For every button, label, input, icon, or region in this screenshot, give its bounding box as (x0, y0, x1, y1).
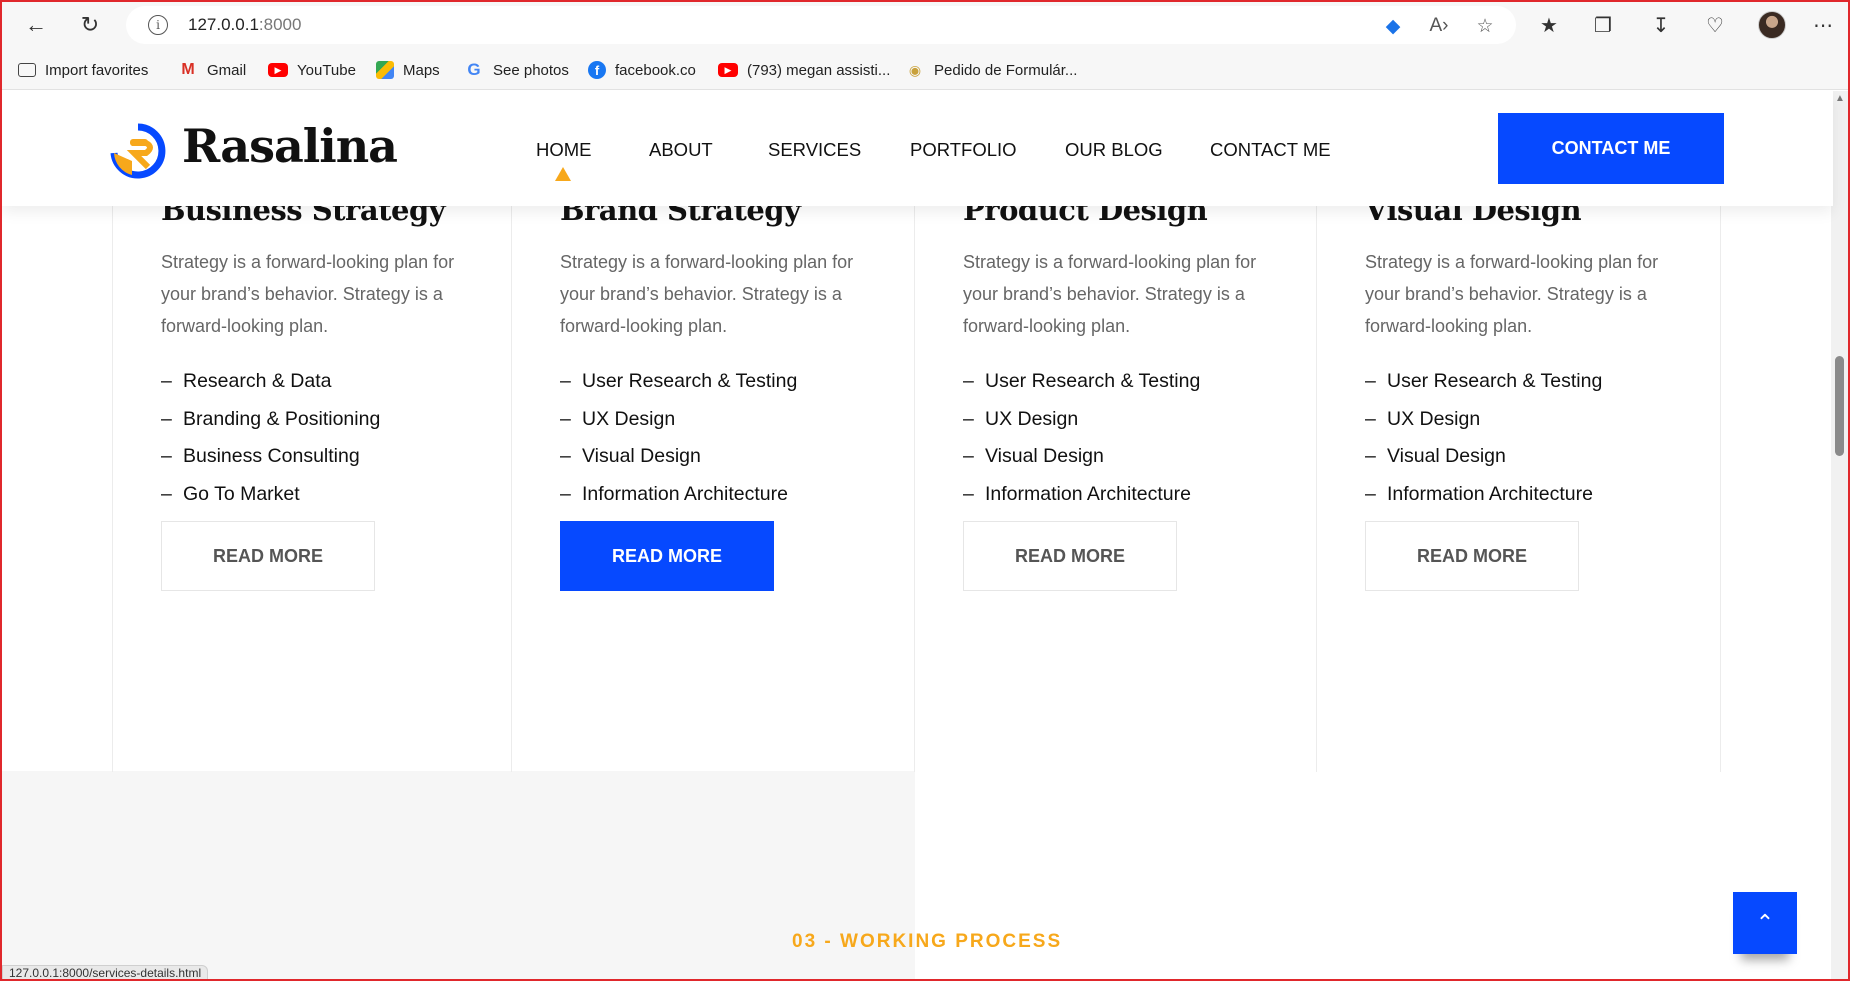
list-item: – Visual Design (1365, 445, 1506, 467)
list-item: – UX Design (560, 407, 676, 430)
browser-essentials-icon[interactable]: ♡ (1700, 11, 1730, 39)
read-more-button[interactable]: READ MORE (1365, 521, 1579, 591)
list-item: – User Research & Testing (560, 370, 798, 392)
list-item: – Information Architecture (1365, 482, 1593, 505)
list-item: – UX Design (963, 407, 1079, 430)
scroll-to-top-button[interactable]: ⌃ (1733, 892, 1797, 954)
add-favorite-icon[interactable]: ☆ (1472, 15, 1498, 37)
list-item: – User Research & Testing (963, 370, 1201, 392)
scrollbar-thumb[interactable] (1835, 356, 1844, 456)
service-list: – User Research & Testing – UX Design – Vis… (560, 363, 797, 513)
list-item: – Go To Market (161, 482, 300, 505)
site-info-icon[interactable]: i (148, 15, 168, 35)
status-bar-url: 127.0.0.1:8000/services-details.html (2, 965, 209, 981)
nav-home[interactable]: HOME (536, 139, 592, 161)
section-label: 03 - WORKING PROCESS (792, 931, 1063, 952)
profile-avatar[interactable] (1758, 11, 1786, 39)
service-description: Strategy is a forward-looking plan for y… (161, 252, 455, 336)
service-list: – User Research & Testing – UX Design – Vis… (1365, 363, 1602, 513)
logo-icon[interactable] (110, 123, 166, 179)
service-card-brand-strategy: Brand Strategy Strategy is a forward-loo… (512, 151, 915, 772)
nav-contact-me[interactable]: CONTACT ME (1210, 139, 1331, 161)
page-viewport: Business Strategy Strategy is a forward-… (2, 91, 1848, 979)
more-menu-icon[interactable]: ⋯ (1808, 11, 1838, 39)
facebook-icon: f (588, 61, 606, 79)
bookmarks-bar: Import favorites M Gmail ▶ YouTube Maps GS… (0, 50, 1850, 90)
list-item: – Visual Design (963, 445, 1104, 467)
address-bar[interactable]: i 127.0.0.1:8000 ◆ A› ☆ (126, 6, 1516, 44)
maps-icon (376, 61, 394, 79)
collections-icon[interactable]: ❐ (1588, 11, 1618, 39)
nav-our-blog[interactable]: OUR BLOG (1065, 139, 1163, 161)
list-item: – Information Architecture (560, 482, 788, 505)
bookmark-youtube[interactable]: ▶ YouTube (268, 58, 356, 82)
list-item: – Branding & Positioning (161, 407, 381, 430)
read-aloud-icon[interactable]: A› (1426, 15, 1452, 37)
scroll-up-arrow-icon[interactable]: ▲ (1835, 93, 1845, 104)
url-text: 127.0.0.1:8000 (188, 15, 302, 34)
reload-icon[interactable]: ↻ (74, 9, 106, 41)
bookmark-see-photos[interactable]: G See photos (464, 58, 569, 82)
service-card-product-design: Product Design Strategy is a forward-loo… (915, 151, 1317, 772)
coupon-tag-icon[interactable]: ◆ (1380, 15, 1406, 37)
list-item: – UX Design (1365, 407, 1481, 430)
downloads-icon[interactable]: ↧ (1646, 11, 1676, 39)
read-more-button[interactable]: READ MORE (161, 521, 375, 591)
read-more-button[interactable]: READ MORE (963, 521, 1177, 591)
working-process-background (2, 771, 915, 979)
service-list: – User Research & Testing – UX Design – Vis… (963, 363, 1200, 513)
list-item: – Business Consulting (161, 445, 360, 467)
youtube-icon: ▶ (718, 63, 738, 77)
list-item: – Visual Design (560, 445, 701, 467)
list-item: – User Research & Testing (1365, 370, 1603, 392)
browser-toolbar: ← ↻ i 127.0.0.1:8000 ◆ A› ☆ ★ ❐ ↧ ♡ ⋯ (0, 0, 1850, 50)
back-icon[interactable]: ← (20, 9, 52, 41)
youtube-icon: ▶ (268, 63, 288, 77)
nav-about[interactable]: ABOUT (649, 139, 713, 161)
nav-portfolio[interactable]: PORTFOLIO (910, 139, 1017, 161)
list-item: – Research & Data (161, 370, 332, 392)
bookmark-gmail[interactable]: M Gmail (178, 58, 246, 82)
service-list: – Research & Data – Branding & Positioning… (161, 363, 380, 513)
bookmark-facebook[interactable]: f facebook.co (588, 58, 696, 82)
gmail-icon: M (181, 61, 195, 78)
page-scrollbar[interactable]: ▲ (1831, 91, 1848, 979)
eye-icon: ◉ (908, 61, 922, 78)
service-card-visual-design: Visual Design Strategy is a forward-look… (1317, 151, 1721, 772)
service-description: Strategy is a forward-looking plan for y… (560, 252, 854, 336)
service-description: Strategy is a forward-looking plan for y… (1365, 252, 1659, 336)
favorites-icon[interactable]: ★ (1534, 11, 1564, 39)
active-nav-indicator (555, 167, 571, 181)
chevron-up-icon: ⌃ (1755, 910, 1775, 935)
logo-text[interactable]: Rasalina (182, 119, 398, 173)
service-card-business-strategy: Business Strategy Strategy is a forward-… (112, 151, 512, 772)
site-header: Rasalina HOME ABOUT SERVICES PORTFOLIO O… (2, 91, 1833, 206)
bookmark-megan[interactable]: ▶ (793) megan assisti... (718, 58, 890, 82)
google-icon: G (467, 60, 481, 79)
folder-icon (18, 63, 36, 77)
bookmark-import-favorites[interactable]: Import favorites (18, 58, 148, 82)
contact-me-button[interactable]: CONTACT ME (1498, 113, 1724, 184)
bookmark-maps[interactable]: Maps (376, 58, 440, 82)
list-item: – Information Architecture (963, 482, 1191, 505)
read-more-button[interactable]: READ MORE (560, 521, 774, 591)
service-description: Strategy is a forward-looking plan for y… (963, 252, 1257, 336)
nav-services[interactable]: SERVICES (768, 139, 861, 161)
bookmark-pedido[interactable]: ◉ Pedido de Formulár... (905, 58, 1078, 82)
